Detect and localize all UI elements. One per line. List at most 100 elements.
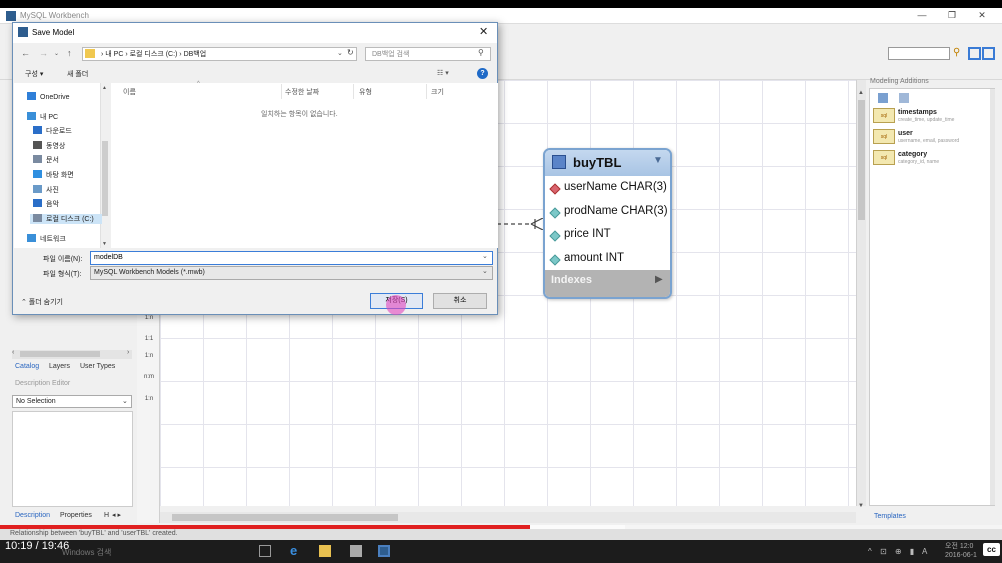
collapse-icon[interactable]: ▼ — [653, 155, 663, 166]
relationship-tool-2[interactable]: 1:1 — [140, 336, 158, 342]
file-list[interactable] — [111, 83, 498, 248]
organize-menu[interactable]: 구성 ▾ — [25, 69, 43, 79]
panel-toggle-icon[interactable] — [982, 47, 995, 60]
tab-templates[interactable]: Templates — [874, 513, 906, 520]
selection-dropdown[interactable]: No Selection — [12, 395, 132, 408]
snippet-name[interactable]: user — [898, 130, 913, 137]
navigation-scroll-thumb[interactable] — [102, 141, 108, 216]
table-column-row[interactable]: amount INT — [549, 249, 670, 271]
nav-item-pc[interactable]: 내 PC — [27, 112, 58, 122]
forward-arrow-icon[interactable]: → — [39, 48, 48, 58]
scroll-right-icon[interactable]: › — [127, 349, 129, 356]
nav-item-download[interactable]: 다운로드 — [33, 126, 72, 136]
scroll-up-icon[interactable]: ▲ — [102, 85, 107, 91]
canvas-horizontal-scroll-thumb[interactable] — [172, 514, 398, 521]
file-explorer-icon[interactable] — [319, 545, 331, 557]
scroll-left-icon[interactable]: ‹ — [12, 349, 14, 356]
tab-catalog[interactable]: Catalog — [15, 363, 39, 370]
scroll-down-icon[interactable]: ▼ — [858, 503, 864, 509]
file-name-dropdown-icon[interactable]: ⌄ — [482, 252, 488, 260]
tab-layers[interactable]: Layers — [49, 363, 70, 370]
dialog-close-icon[interactable]: ✕ — [479, 25, 488, 38]
snippet-name[interactable]: category — [898, 151, 927, 158]
relationship-tool-5[interactable]: 1:n — [140, 396, 158, 402]
chevron-down-icon[interactable]: ⌄ — [122, 397, 128, 405]
refresh-icon[interactable]: ↻ — [347, 48, 354, 57]
view-options-icon[interactable]: ☷ ▾ — [437, 69, 449, 77]
snippet-icon[interactable]: sql — [873, 129, 895, 144]
relationship-line[interactable] — [497, 218, 547, 230]
close-icon[interactable]: ✕ — [970, 10, 994, 22]
table-column-row[interactable]: price INT — [549, 225, 670, 247]
system-tray-icons[interactable]: ^ ⊡ ⊕ ▮ A — [868, 547, 930, 556]
relationship-tool-3[interactable]: 1:n — [140, 353, 158, 359]
tab-properties[interactable]: Properties — [60, 512, 92, 519]
nav-item-picture[interactable]: 사진 — [33, 185, 59, 195]
help-icon[interactable]: ? — [477, 68, 488, 79]
file-type-dropdown-icon[interactable]: ⌄ — [482, 267, 488, 275]
up-arrow-icon[interactable]: ↑ — [67, 48, 72, 58]
file-name-input[interactable]: modelDB — [90, 251, 493, 265]
snippet-icon[interactable]: sql — [873, 150, 895, 165]
hide-folders-button[interactable]: ⌃ 폴더 숨기기 — [21, 297, 63, 307]
address-dropdown-icon[interactable]: ⌄ — [337, 49, 343, 57]
table-column-row[interactable]: userName CHAR(3) — [549, 178, 670, 200]
task-view-icon[interactable] — [259, 545, 271, 557]
windows-search-box[interactable]: Windows 검색 — [62, 547, 111, 558]
column-header-type[interactable]: 유형 — [359, 87, 372, 97]
nav-item-disk[interactable]: 로컬 디스크 (C:) — [30, 214, 102, 224]
table-buytbl[interactable]: buyTBL ▼ Indexes ▶ userName CHAR(3) prodN… — [543, 148, 672, 299]
cancel-button[interactable]: 취소 — [433, 293, 487, 309]
nav-item-cloud[interactable]: OneDrive — [27, 92, 70, 101]
scroll-up-icon[interactable]: ▲ — [858, 90, 864, 96]
closed-captions-icon[interactable]: cc — [983, 543, 1000, 556]
video-progress-bar[interactable] — [0, 525, 531, 529]
tab-user-types[interactable]: User Types — [80, 363, 115, 370]
snippet-icon[interactable]: sql — [873, 108, 895, 123]
nav-item-document[interactable]: 문서 — [33, 155, 59, 165]
nav-item-video[interactable]: 동영상 — [33, 141, 65, 151]
new-folder-button[interactable]: 새 폴더 — [67, 69, 88, 79]
snippet-toolbar-icon[interactable] — [878, 93, 888, 103]
clock-time[interactable]: 오전 12:0 — [945, 541, 973, 551]
tab-description[interactable]: Description — [15, 512, 50, 519]
column-divider[interactable] — [281, 84, 282, 99]
catalog-scroll-thumb[interactable] — [20, 351, 100, 357]
description-text-area[interactable] — [12, 411, 133, 507]
relationship-tool-4[interactable]: n:m — [140, 374, 158, 380]
sidebar-toggle-icon[interactable] — [968, 47, 981, 60]
scroll-down-icon[interactable]: ▼ — [102, 241, 107, 247]
store-icon[interactable] — [350, 545, 362, 557]
additions-scrollbar[interactable] — [990, 89, 995, 505]
column-divider[interactable] — [353, 84, 354, 99]
tab-history[interactable]: H — [104, 512, 109, 519]
toolbar-search-input[interactable] — [888, 47, 950, 60]
column-header-modified[interactable]: 수정한 날짜 — [285, 87, 319, 97]
nav-item-music[interactable]: 음악 — [33, 199, 59, 209]
maximize-icon[interactable]: ❐ — [940, 10, 964, 22]
snippet-grid-icon[interactable] — [899, 93, 909, 103]
desktop-icon — [33, 170, 42, 178]
snippet-name[interactable]: timestamps — [898, 109, 937, 116]
column-header-size[interactable]: 크기 — [431, 87, 444, 97]
back-arrow-icon[interactable]: ← — [21, 48, 30, 58]
column-divider[interactable] — [426, 84, 427, 99]
search-icon[interactable]: ⚲ — [478, 48, 484, 57]
recent-dropdown-icon[interactable]: ⌄ — [54, 50, 59, 57]
column-header-name[interactable]: 이름 — [123, 87, 136, 97]
address-path[interactable]: › 내 PC › 로컬 디스크 (C:) › DB백업 — [101, 49, 206, 59]
canvas-vertical-scroll-thumb[interactable] — [858, 100, 865, 220]
edge-icon[interactable]: e — [290, 544, 302, 557]
clock-date[interactable]: 2016-06-1 — [945, 552, 977, 559]
nav-item-network[interactable]: 네트워크 — [27, 234, 66, 244]
nav-item-label: OneDrive — [40, 94, 70, 101]
minimize-icon[interactable]: — — [910, 10, 934, 22]
file-type-select[interactable]: MySQL Workbench Models (*.mwb) — [90, 266, 493, 280]
nav-item-desktop[interactable]: 바탕 화면 — [33, 170, 74, 180]
relationship-tool-1[interactable]: 1:n — [140, 315, 158, 321]
expand-icon[interactable]: ▶ — [655, 274, 663, 285]
workbench-taskbar-icon[interactable] — [378, 545, 390, 557]
table-column-row[interactable]: prodName CHAR(3) — [549, 202, 670, 224]
search-icon[interactable]: ⚲ — [953, 47, 966, 60]
tab-arrows-icon[interactable]: ◂ ▸ — [112, 511, 121, 519]
